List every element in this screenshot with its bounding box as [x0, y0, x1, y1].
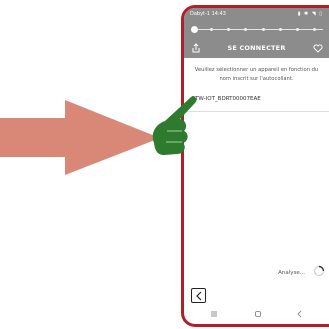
- pointing-hand-icon: [152, 96, 197, 155]
